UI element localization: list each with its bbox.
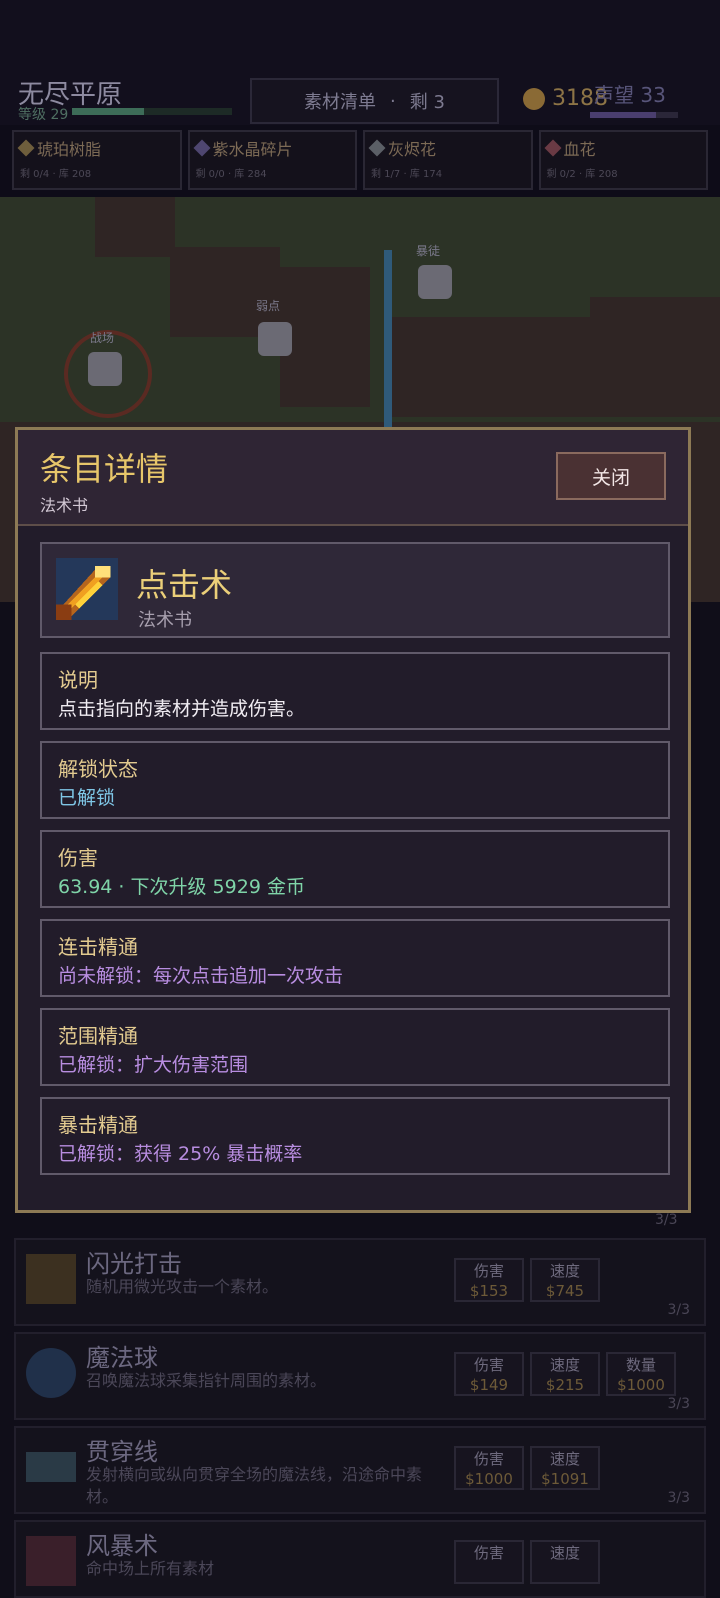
material-name: 血花	[563, 140, 596, 159]
item-name: 点击术	[136, 566, 233, 604]
map-label: 弱点	[256, 299, 281, 313]
amber-icon	[17, 139, 35, 157]
coin-icon	[523, 88, 545, 110]
fire-spell-icon	[56, 558, 118, 620]
task-remaining: 剩 3	[409, 92, 445, 113]
skill-name: 闪光打击	[86, 1250, 182, 1278]
task-label: 素材清单	[304, 92, 377, 113]
material-card[interactable]: 血花 剩 0/2 · 库 208	[538, 130, 708, 190]
level-progress-bar	[72, 108, 232, 115]
skill-count: 3/3	[667, 1396, 690, 1412]
section-label: 伤害	[58, 846, 98, 870]
section-unlock-status: 解锁状态 已解锁	[40, 741, 670, 819]
upgrade-speed-button[interactable]: 速度	[530, 1540, 600, 1584]
material-card[interactable]: 紫水晶碎片 剩 0/0 · 库 284	[187, 130, 357, 190]
fame-progress-bar	[590, 112, 678, 118]
material-monster[interactable]	[258, 322, 292, 356]
skill-count: 3/3	[667, 1302, 690, 1318]
item-card: 点击术 法术书	[40, 542, 670, 638]
material-list: 琥珀树脂 剩 0/4 · 库 208 紫水晶碎片 剩 0/0 · 库 284 灰…	[12, 130, 708, 190]
hidden-skill-count: 3/3	[655, 1212, 678, 1228]
section-label: 暴击精通	[58, 1113, 138, 1137]
section-label: 解锁状态	[58, 757, 138, 781]
magic-orb-icon	[26, 1348, 76, 1398]
section-range-mastery: 范围精通 已解锁：扩大伤害范围	[40, 1008, 670, 1086]
section-value: 已解锁	[58, 787, 116, 809]
item-detail-modal: 条目详情 法术书 关闭 点击术 法术书 说明 点击指向的素材并造成伤害。 解锁状…	[15, 427, 691, 1213]
upgrade-speed-button[interactable]: 速度 $1091	[530, 1446, 600, 1490]
storm-icon	[26, 1536, 76, 1586]
task-separator: ·	[390, 90, 396, 112]
upgrade-damage-button[interactable]: 伤害 $149	[454, 1352, 524, 1396]
skill-row[interactable]: 闪光打击 随机用微光攻击一个素材。 伤害 $153 速度 $745 3/3	[14, 1238, 706, 1326]
piercing-line-icon	[26, 1452, 76, 1482]
material-stats: 剩 0/0 · 库 284	[195, 169, 267, 180]
material-stats: 剩 0/4 · 库 208	[20, 169, 92, 180]
section-label: 范围精通	[58, 1024, 138, 1048]
material-card[interactable]: 灰烬花 剩 1/7 · 库 174	[363, 130, 533, 190]
material-monster[interactable]	[418, 265, 452, 299]
lightning-icon	[26, 1254, 76, 1304]
close-button[interactable]: 关闭	[556, 452, 666, 500]
section-combo-mastery: 连击精通 尚未解锁：每次点击追加一次攻击	[40, 919, 670, 997]
upgrade-damage-button[interactable]: 伤害 $153	[454, 1258, 524, 1302]
modal-header: 条目详情 法术书 关闭	[18, 430, 688, 526]
upgrade-count-button[interactable]: 数量 $1000	[606, 1352, 676, 1396]
material-monster[interactable]	[88, 352, 122, 386]
section-value: 尚未解锁：每次点击追加一次攻击	[58, 965, 344, 987]
zone-level: 等级 29	[18, 107, 69, 123]
map-label: 战场	[90, 331, 115, 345]
crystal-icon	[193, 139, 210, 157]
section-label: 连击精通	[58, 935, 138, 959]
skill-desc: 发射横向或纵向贯穿全场的魔法线，沿途命中素材。	[86, 1465, 423, 1506]
skill-desc: 命中场上所有素材	[86, 1559, 215, 1578]
material-card[interactable]: 琥珀树脂 剩 0/4 · 库 208	[12, 130, 182, 190]
section-damage: 伤害 63.94 · 下次升级 5929 金币	[40, 830, 670, 908]
material-name: 灰烬花	[388, 140, 437, 159]
skill-name: 贯穿线	[86, 1438, 158, 1466]
river	[384, 250, 392, 430]
material-name: 琥珀树脂	[37, 140, 102, 159]
section-label: 说明	[58, 668, 98, 692]
skill-desc: 随机用微光攻击一个素材。	[86, 1277, 279, 1296]
skill-name: 风暴术	[86, 1532, 158, 1560]
section-value: 63.94 · 下次升级 5929 金币	[58, 876, 305, 898]
material-stats: 剩 1/7 · 库 174	[371, 169, 443, 180]
blood-flower-icon	[544, 139, 561, 157]
modal-title: 条目详情	[40, 450, 169, 488]
skill-row[interactable]: 贯穿线 发射横向或纵向贯穿全场的魔法线，沿途命中素材。 伤害 $1000 速度 $1…	[14, 1426, 706, 1514]
fame-label: 声望 33	[594, 83, 666, 107]
skill-desc: 召唤魔法球采集指针周围的素材。	[86, 1371, 327, 1390]
upgrade-damage-button[interactable]: 伤害	[454, 1540, 524, 1584]
ash-flower-icon	[368, 139, 386, 157]
section-description: 说明 点击指向的素材并造成伤害。	[40, 652, 670, 730]
item-type: 法术书	[138, 610, 192, 631]
material-stats: 剩 0/2 · 库 208	[546, 169, 618, 180]
upgrade-damage-button[interactable]: 伤害 $1000	[454, 1446, 524, 1490]
task-list-button[interactable]: 素材清单 · 剩 3	[250, 78, 499, 124]
skill-row[interactable]: 魔法球 召唤魔法球采集指针周围的素材。 伤害 $149 速度 $215 数量 $100…	[14, 1332, 706, 1420]
skill-row[interactable]: 风暴术 命中场上所有素材 伤害 速度	[14, 1520, 706, 1598]
skill-name: 魔法球	[86, 1344, 158, 1372]
modal-subtitle: 法术书	[40, 496, 89, 515]
section-value: 已解锁：扩大伤害范围	[58, 1054, 249, 1076]
upgrade-speed-button[interactable]: 速度 $215	[530, 1352, 600, 1396]
map-label: 暴徒	[416, 244, 441, 258]
material-name: 紫水晶碎片	[212, 140, 293, 159]
section-value: 点击指向的素材并造成伤害。	[58, 698, 306, 720]
upgrade-speed-button[interactable]: 速度 $745	[530, 1258, 600, 1302]
skill-count: 3/3	[667, 1490, 690, 1506]
section-value: 已解锁：获得 25% 暴击概率	[58, 1143, 303, 1165]
section-crit-mastery: 暴击精通 已解锁：获得 25% 暴击概率	[40, 1097, 670, 1175]
